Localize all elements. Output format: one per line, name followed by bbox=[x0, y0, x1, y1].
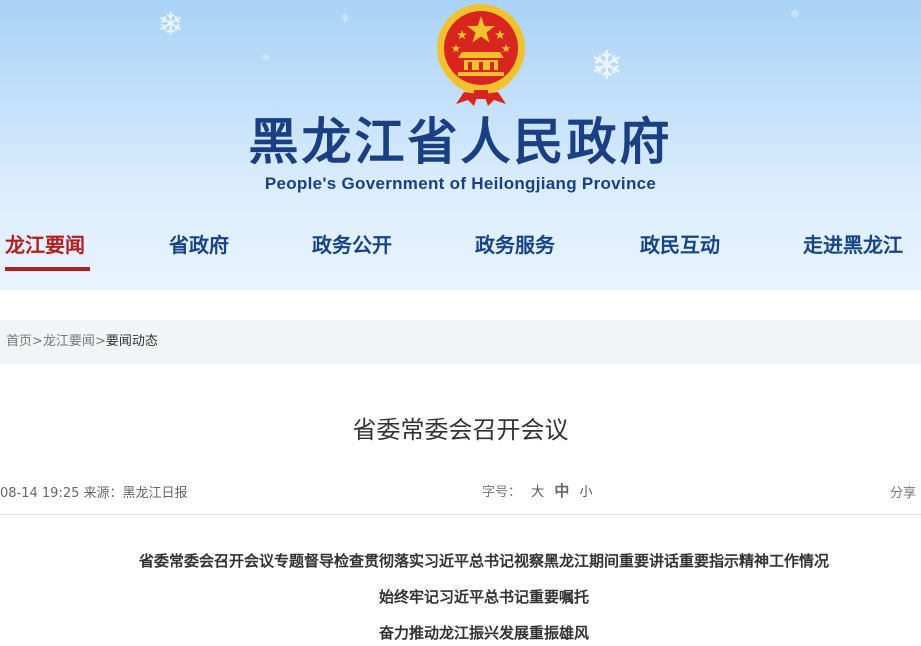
article-headline: 始终牢记习近平总书记重要嘱托 bbox=[378, 588, 589, 606]
nav-active-indicator bbox=[5, 267, 90, 271]
breadcrumb-longjiang-news-link[interactable]: 龙江要闻 bbox=[43, 334, 95, 349]
article-meta: 08-14 19:25 来源：黑龙江日报 bbox=[0, 486, 188, 501]
breadcrumb-current: 要闻动态 bbox=[105, 334, 158, 349]
national-emblem-icon bbox=[437, 4, 525, 106]
article-headline: 奋力推动龙江振兴发展重振雄风 bbox=[378, 624, 589, 642]
site-subtitle: People's Government of Heilongjiang Prov… bbox=[264, 174, 657, 193]
site-title: 黑龙江省人民政府 bbox=[248, 112, 673, 171]
header-banner: ❄ ❄ ❄ ❄ ❄ 黑龙江省人民政府 People's Government o… bbox=[0, 0, 921, 290]
article-divider bbox=[0, 514, 921, 515]
nav-item-about-heilongjiang[interactable]: 走进黑龙江 bbox=[803, 232, 903, 258]
nav-item-government-affairs-disclosure[interactable]: 政务公开 bbox=[312, 232, 392, 258]
nav-item-government-services[interactable]: 政务服务 bbox=[475, 232, 555, 258]
snowflake-icon: ❄ bbox=[340, 11, 351, 25]
nav-item-provincial-government[interactable]: 省政府 bbox=[169, 232, 229, 258]
font-size-label: 字号： bbox=[482, 485, 522, 500]
breadcrumb-home-link[interactable]: 首页 bbox=[6, 334, 32, 349]
article-title: 省委常委会召开会议 bbox=[352, 416, 569, 444]
snowflake-icon: ❄ bbox=[590, 43, 624, 89]
breadcrumb-separator: > bbox=[32, 334, 43, 349]
font-size-small-button[interactable]: 小 bbox=[579, 485, 592, 500]
snowflake-icon: ❄ bbox=[262, 53, 271, 64]
breadcrumb-separator: > bbox=[94, 334, 106, 349]
font-size-control: 字号： 大 中 小 bbox=[482, 480, 592, 501]
font-size-large-button[interactable]: 大 bbox=[531, 485, 544, 500]
breadcrumb: 首页>龙江要闻>要闻动态 bbox=[0, 320, 921, 364]
font-size-medium-button[interactable]: 中 bbox=[554, 482, 569, 500]
snowflake-icon: ❄ bbox=[157, 5, 184, 43]
snowflake-icon: ❄ bbox=[790, 7, 801, 21]
nav-item-public-interaction[interactable]: 政民互动 bbox=[640, 232, 720, 258]
article-headline: 省委常委会召开会议专题督导检查贯彻落实习近平总书记视察黑龙江期间重要讲话重要指示… bbox=[138, 552, 829, 570]
nav-item-longjiang-news[interactable]: 龙江要闻 bbox=[5, 232, 85, 258]
share-button[interactable]: 分享 bbox=[890, 482, 916, 501]
